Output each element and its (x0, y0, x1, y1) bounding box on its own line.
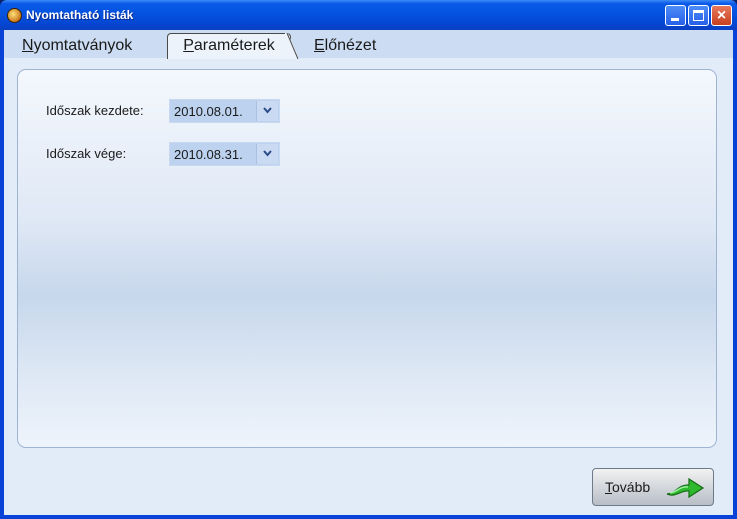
start-date-picker[interactable]: 2010.08.01. (169, 99, 280, 123)
next-button-label: Tovább (605, 479, 651, 495)
end-date-dropdown-button[interactable] (256, 144, 278, 164)
parameters-panel: Időszak kezdete: 2010.08.01. Időszak vég… (17, 69, 717, 448)
tab-edge-icon (285, 33, 299, 59)
minimize-button[interactable] (665, 5, 686, 26)
arrow-right-icon (666, 477, 705, 499)
chevron-down-icon (263, 150, 272, 157)
window: Nyomtatható listák × Nyomtatványok Param… (0, 0, 737, 519)
tab-nyomtatvanyok[interactable]: Nyomtatványok (22, 34, 132, 58)
maximize-icon (693, 10, 704, 21)
window-title: Nyomtatható listák (26, 8, 134, 22)
chevron-down-icon (263, 107, 272, 114)
close-icon: × (716, 7, 727, 24)
tab-elonezet[interactable]: Előnézet (314, 34, 376, 58)
close-button[interactable]: × (711, 5, 732, 26)
title-bar[interactable]: Nyomtatható listák × (0, 0, 737, 30)
tab-parameterek[interactable]: Paraméterek (167, 33, 291, 59)
maximize-button[interactable] (688, 5, 709, 26)
client-area: Nyomtatványok Paraméterek Előnézet Idősz… (4, 30, 733, 515)
minimize-icon (671, 18, 679, 21)
app-icon[interactable] (7, 8, 22, 23)
end-date-label: Időszak vége: (46, 146, 127, 161)
end-date-picker[interactable]: 2010.08.31. (169, 142, 280, 166)
next-button[interactable]: Tovább (592, 468, 714, 506)
start-date-label: Időszak kezdete: (46, 103, 144, 118)
tab-strip: Nyomtatványok Paraméterek Előnézet (4, 30, 733, 59)
end-date-value[interactable]: 2010.08.31. (174, 147, 243, 162)
start-date-value[interactable]: 2010.08.01. (174, 104, 243, 119)
start-date-dropdown-button[interactable] (256, 101, 278, 121)
